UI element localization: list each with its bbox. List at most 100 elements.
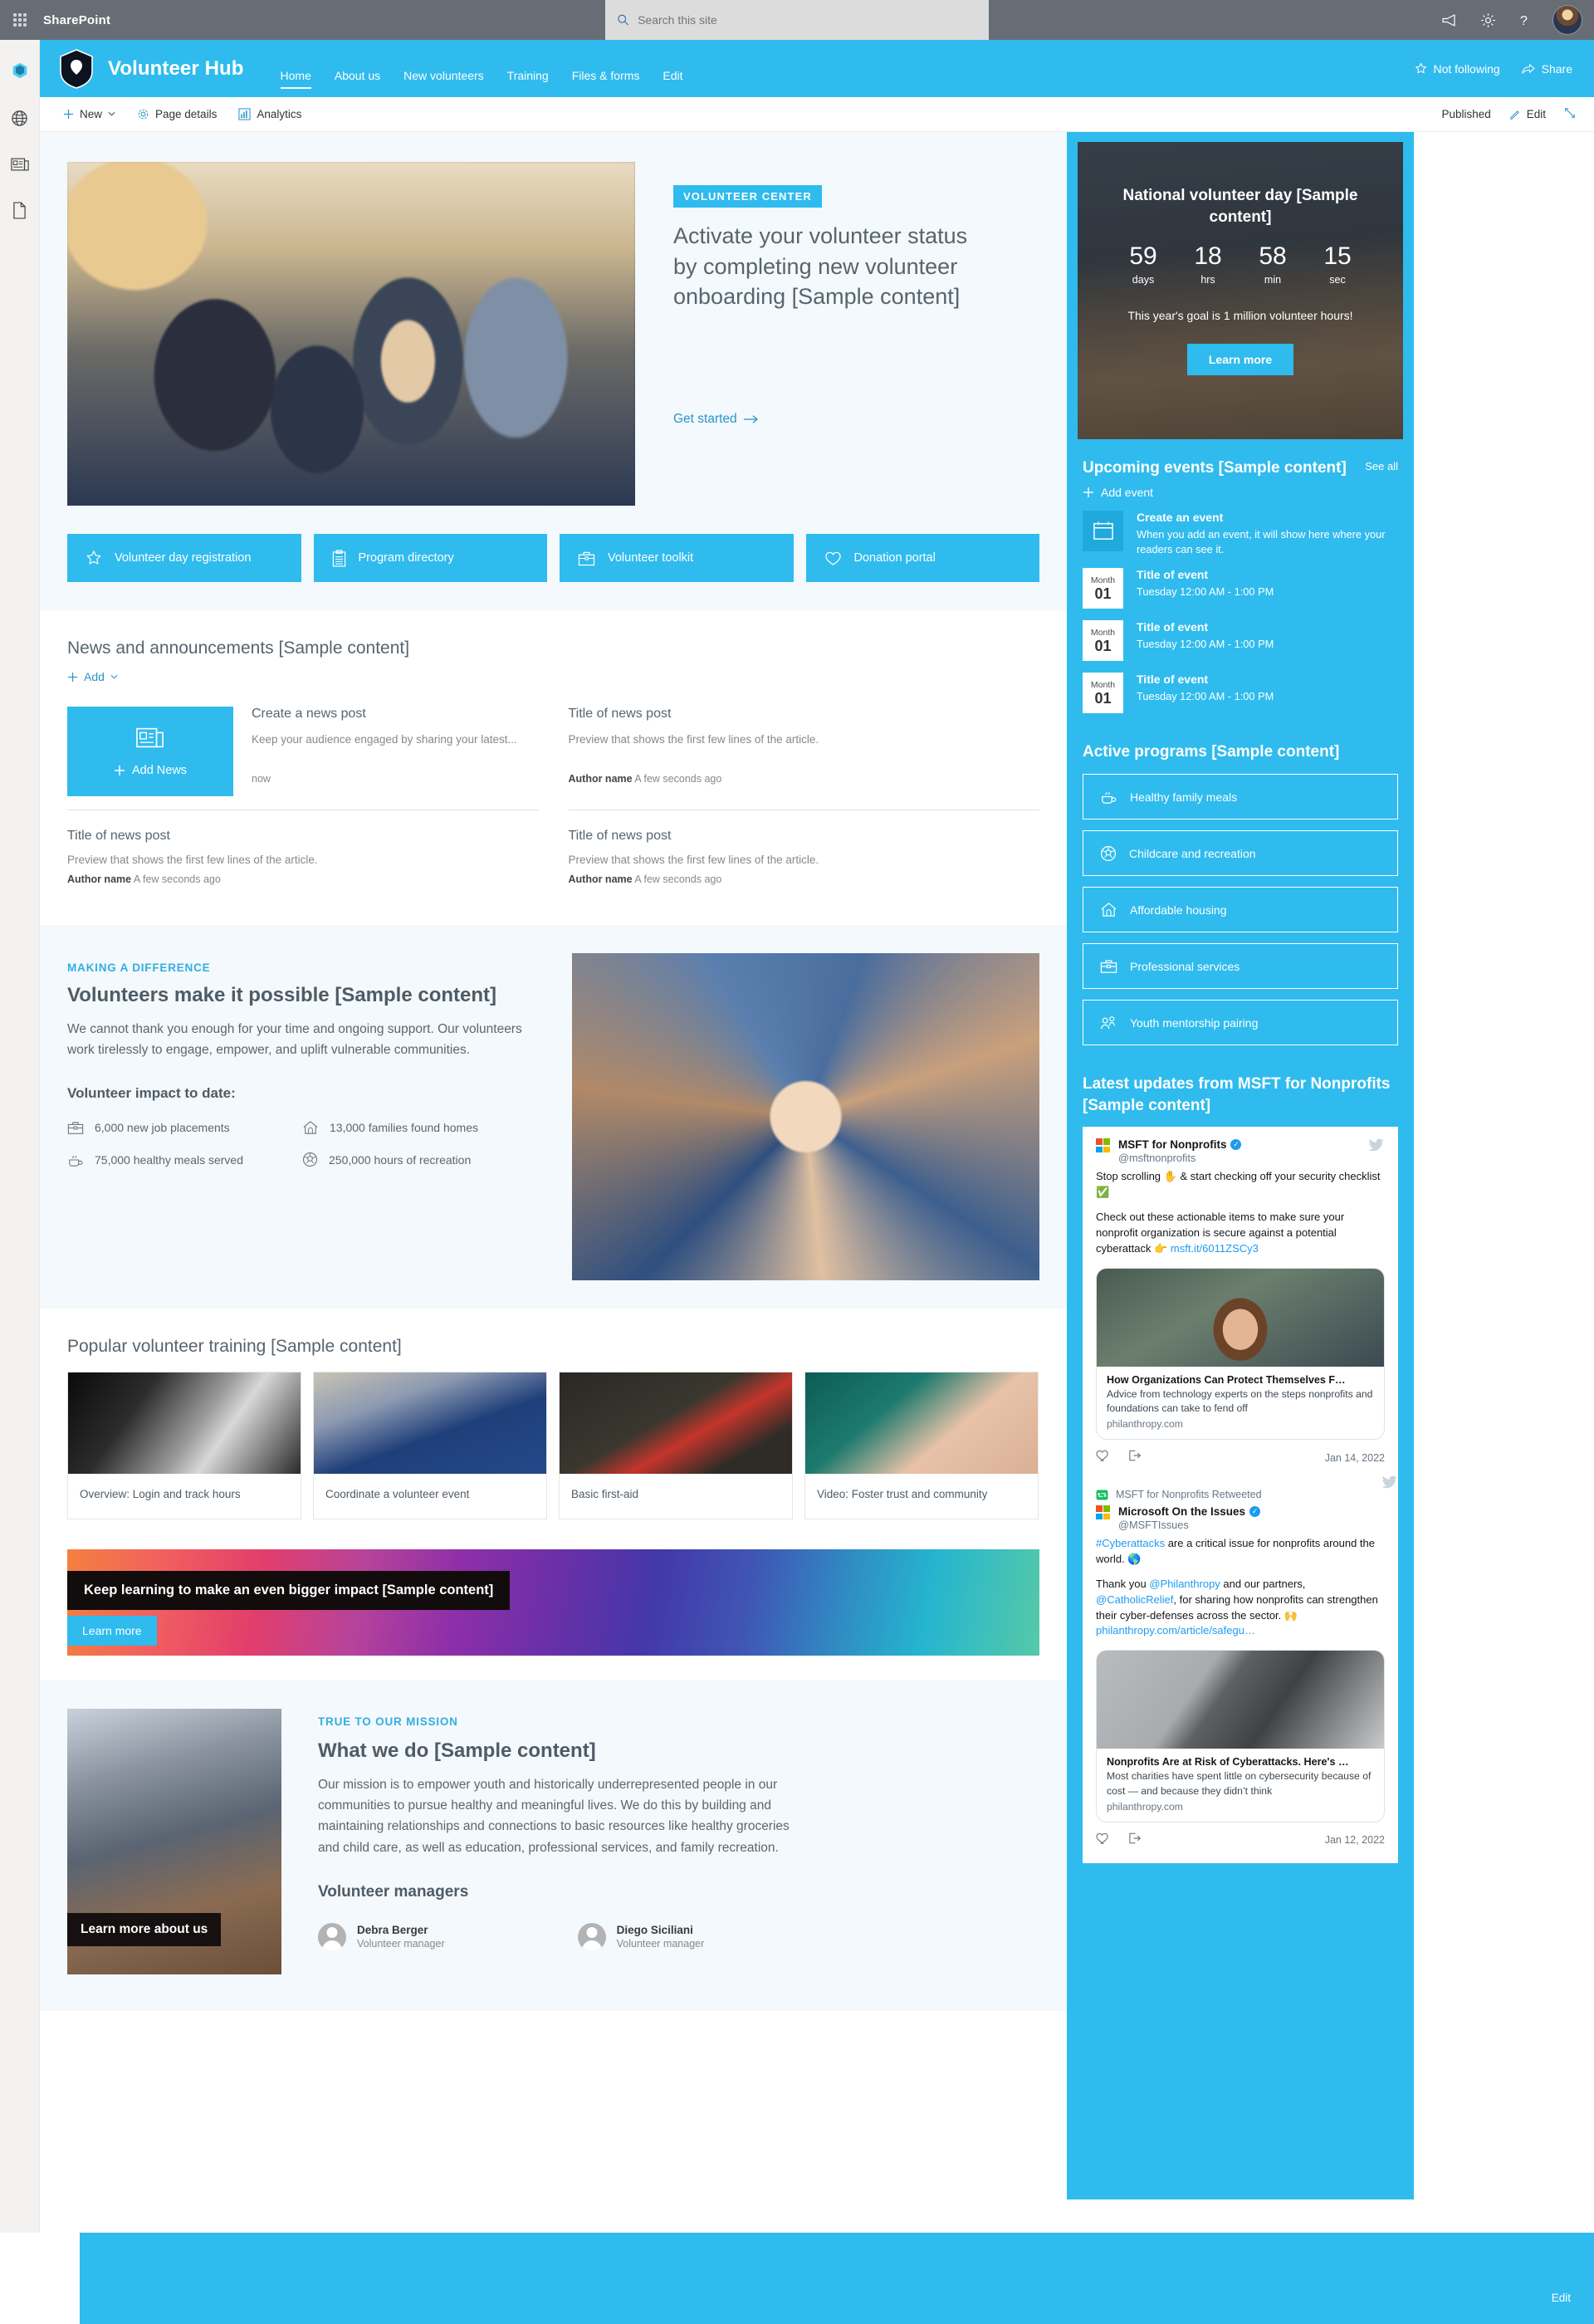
- twitter-bird-icon[interactable]: [1381, 1475, 1398, 1492]
- create-event-row[interactable]: Create an event When you add an event, i…: [1078, 499, 1403, 557]
- news-featured-title[interactable]: Create a news post: [252, 707, 539, 722]
- event-row[interactable]: Month 01 Title of event Tuesday 12:00 AM…: [1078, 556, 1403, 609]
- program-professional-services[interactable]: Professional services: [1083, 943, 1398, 990]
- stat-hours-recreation: 250,000 hours of recreation: [302, 1152, 537, 1167]
- program-affordable-housing[interactable]: Affordable housing: [1083, 887, 1398, 933]
- news-meta: Author name A few seconds ago: [569, 873, 1040, 885]
- sharepoint-home-icon[interactable]: [11, 61, 29, 80]
- add-event-button[interactable]: Add event: [1078, 479, 1403, 499]
- training-card[interactable]: Overview: Login and track hours: [67, 1372, 301, 1520]
- quicklink-volunteer-toolkit[interactable]: Volunteer toolkit: [560, 534, 794, 582]
- tweet-hashtag[interactable]: #Cyberattacks: [1096, 1537, 1165, 1549]
- new-button[interactable]: New: [63, 108, 115, 120]
- tweet-link[interactable]: philanthropy.com/article/safegu…: [1096, 1624, 1255, 1637]
- fullscreen-icon[interactable]: [1564, 107, 1576, 121]
- nav-item-new-volunteers[interactable]: New volunteers: [392, 64, 496, 91]
- program-youth-mentorship-pairing[interactable]: Youth mentorship pairing: [1083, 1000, 1398, 1046]
- tweet-mention[interactable]: @CatholicRelief: [1096, 1593, 1173, 1606]
- help-icon[interactable]: ?: [1518, 12, 1531, 28]
- file-icon[interactable]: [12, 202, 27, 219]
- person-card[interactable]: Debra Berger Volunteer manager: [318, 1922, 445, 1951]
- add-news-tile[interactable]: Add News: [67, 707, 233, 796]
- site-nav: Home About us New volunteers Training Fi…: [269, 40, 695, 97]
- learning-banner-button[interactable]: Learn more: [67, 1616, 157, 1646]
- news-item: Title of news post Preview that shows th…: [569, 810, 1040, 898]
- nav-item-edit[interactable]: Edit: [651, 64, 694, 91]
- news-title[interactable]: Title of news post: [67, 829, 539, 844]
- megaphone-icon[interactable]: [1441, 13, 1459, 27]
- training-card[interactable]: Basic first-aid: [559, 1372, 793, 1520]
- training-card[interactable]: Coordinate a volunteer event: [313, 1372, 547, 1520]
- tweet[interactable]: MSFT for Nonprofits ✓ @msftnonprofits St…: [1083, 1127, 1398, 1441]
- search-box[interactable]: [605, 0, 989, 41]
- event-title: Title of event: [1137, 673, 1209, 687]
- new-label: New: [80, 108, 103, 120]
- search-input[interactable]: [638, 13, 977, 27]
- program-childcare-and-recreation[interactable]: Childcare and recreation: [1083, 830, 1398, 877]
- tweet-mention[interactable]: @Philanthropy: [1149, 1578, 1220, 1590]
- nav-item-home[interactable]: Home: [269, 64, 323, 91]
- plus-icon: [63, 109, 74, 120]
- star-icon: [86, 550, 101, 565]
- verified-icon: ✓: [1230, 1139, 1242, 1151]
- tweet-account-name[interactable]: Microsoft On the Issues: [1118, 1505, 1245, 1518]
- globe-icon[interactable]: [11, 110, 28, 127]
- news-title[interactable]: Title of news post: [569, 829, 1040, 844]
- program-healthy-family-meals[interactable]: Healthy family meals: [1083, 774, 1398, 820]
- gear-icon: [138, 109, 149, 120]
- event-time: Tuesday 12:00 AM - 1:00 PM: [1137, 585, 1274, 599]
- nav-item-training[interactable]: Training: [496, 64, 560, 91]
- news-featured-preview: Keep your audience engaged by sharing yo…: [252, 733, 517, 746]
- gear-icon[interactable]: [1480, 12, 1496, 28]
- events-see-all-link[interactable]: See all: [1365, 460, 1398, 472]
- nav-item-about-us[interactable]: About us: [323, 64, 392, 91]
- page-details-button[interactable]: Page details: [137, 108, 217, 120]
- event-row[interactable]: Month 01 Title of event Tuesday 12:00 AM…: [1078, 661, 1403, 714]
- like-icon[interactable]: [1096, 1832, 1110, 1849]
- tweet[interactable]: Microsoft On the Issues ✓ @MSFTIssues #C…: [1083, 1500, 1398, 1823]
- event-month: Month: [1090, 679, 1116, 690]
- quicklink-volunteer-day-registration[interactable]: Volunteer day registration: [67, 534, 301, 582]
- tweet-handle[interactable]: @MSFTIssues: [1118, 1519, 1385, 1531]
- twitter-heading: Latest updates from MSFT for Nonprofits …: [1083, 1075, 1391, 1114]
- suite-brand[interactable]: SharePoint: [43, 13, 110, 27]
- tweet-account-name[interactable]: MSFT for Nonprofits: [1118, 1138, 1226, 1151]
- tweet-link[interactable]: msft.it/6011ZSCy3: [1171, 1242, 1259, 1255]
- footer-edit-button[interactable]: Edit: [1552, 2292, 1571, 2304]
- like-icon[interactable]: [1096, 1449, 1110, 1466]
- share-icon[interactable]: [1128, 1449, 1142, 1466]
- site-title[interactable]: Volunteer Hub: [108, 57, 244, 81]
- news-title[interactable]: Title of news post: [569, 707, 1040, 722]
- edit-button[interactable]: Edit: [1509, 108, 1546, 120]
- news-icon[interactable]: [10, 157, 29, 172]
- avatar: [318, 1922, 346, 1951]
- what-we-do-image[interactable]: Learn more about us: [67, 1709, 281, 1975]
- person-card[interactable]: Diego Siciliani Volunteer manager: [577, 1922, 704, 1951]
- learn-more-about-us-caption[interactable]: Learn more about us: [67, 1913, 222, 1947]
- share-icon[interactable]: [1128, 1832, 1142, 1849]
- not-following-button[interactable]: Not following: [1415, 62, 1500, 76]
- training-caption: Basic first-aid: [571, 1488, 639, 1501]
- page-canvas: VOLUNTEER CENTER Activate your volunteer…: [40, 132, 1594, 2233]
- learning-banner[interactable]: Keep learning to make an even bigger imp…: [67, 1549, 1039, 1656]
- twitter-bird-icon[interactable]: [1368, 1138, 1385, 1157]
- hero-cta-link[interactable]: Get started: [673, 412, 759, 427]
- tweet-handle[interactable]: @msftnonprofits: [1118, 1152, 1385, 1164]
- quicklink-donation-portal[interactable]: Donation portal: [805, 534, 1039, 582]
- news-add-button[interactable]: Add: [67, 670, 1039, 683]
- nav-item-files-forms[interactable]: Files & forms: [560, 64, 652, 91]
- training-card[interactable]: Video: Foster trust and community: [804, 1372, 1039, 1520]
- share-button[interactable]: Share: [1522, 62, 1572, 76]
- avatar[interactable]: [1552, 5, 1582, 35]
- quicklink-label: Program directory: [358, 551, 454, 565]
- quicklink-program-directory[interactable]: Program directory: [313, 534, 547, 582]
- hero-image[interactable]: [67, 162, 635, 506]
- tweet-link-preview[interactable]: How Organizations Can Protect Themselves…: [1096, 1267, 1385, 1441]
- tweet-link-preview[interactable]: Nonprofits Are at Risk of Cyberattacks. …: [1096, 1650, 1385, 1823]
- countdown-learn-more-button[interactable]: Learn more: [1186, 344, 1294, 376]
- events-heading: Upcoming events [Sample content]: [1083, 459, 1347, 477]
- analytics-button[interactable]: Analytics: [238, 108, 301, 120]
- event-day: 01: [1094, 638, 1112, 655]
- waffle-icon[interactable]: [0, 0, 40, 40]
- event-row[interactable]: Month 01 Title of event Tuesday 12:00 AM…: [1078, 609, 1403, 662]
